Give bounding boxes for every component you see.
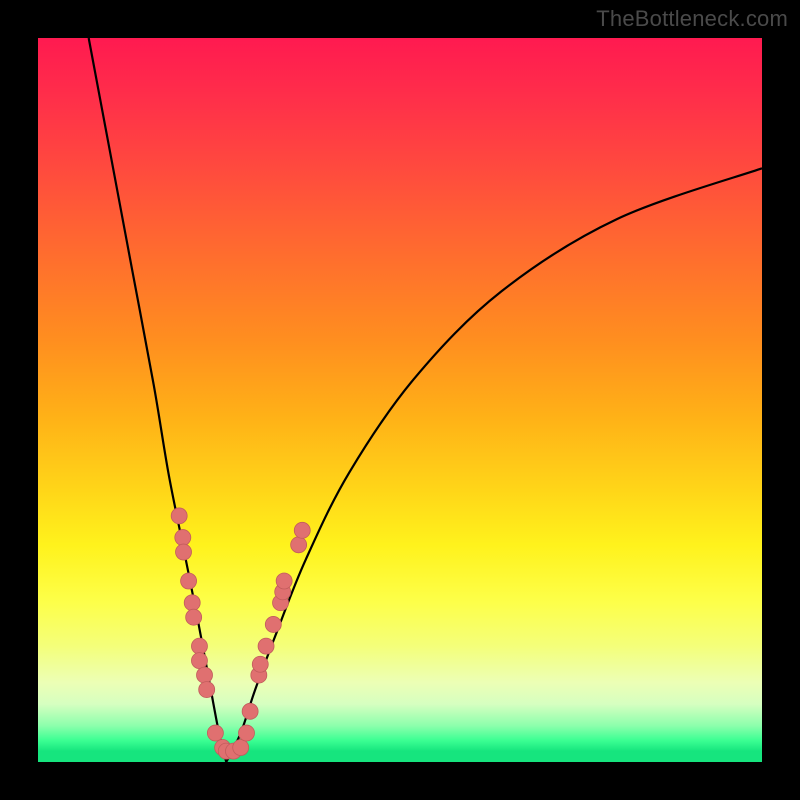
data-dot [252, 656, 268, 672]
data-dot [197, 667, 213, 683]
data-dot [186, 609, 202, 625]
watermark-text: TheBottleneck.com [596, 6, 788, 32]
data-dot [258, 638, 274, 654]
data-dot [181, 573, 197, 589]
data-dot [291, 537, 307, 553]
curve-left-branch [89, 38, 227, 762]
data-dot [184, 595, 200, 611]
data-dot [239, 725, 255, 741]
data-dot [191, 638, 207, 654]
data-dot [276, 573, 292, 589]
data-dot [294, 522, 310, 538]
curve-right-branch [226, 168, 762, 762]
data-dot [199, 682, 215, 698]
data-dot [176, 544, 192, 560]
data-dot [265, 616, 281, 632]
plot-area [38, 38, 762, 762]
data-dot [191, 653, 207, 669]
data-dot [242, 703, 258, 719]
data-dot [171, 508, 187, 524]
data-dot [175, 530, 191, 546]
chart-frame: TheBottleneck.com [0, 0, 800, 800]
data-dot [207, 725, 223, 741]
dot-cluster [171, 508, 310, 759]
data-dot [233, 740, 249, 756]
curve-svg [38, 38, 762, 762]
